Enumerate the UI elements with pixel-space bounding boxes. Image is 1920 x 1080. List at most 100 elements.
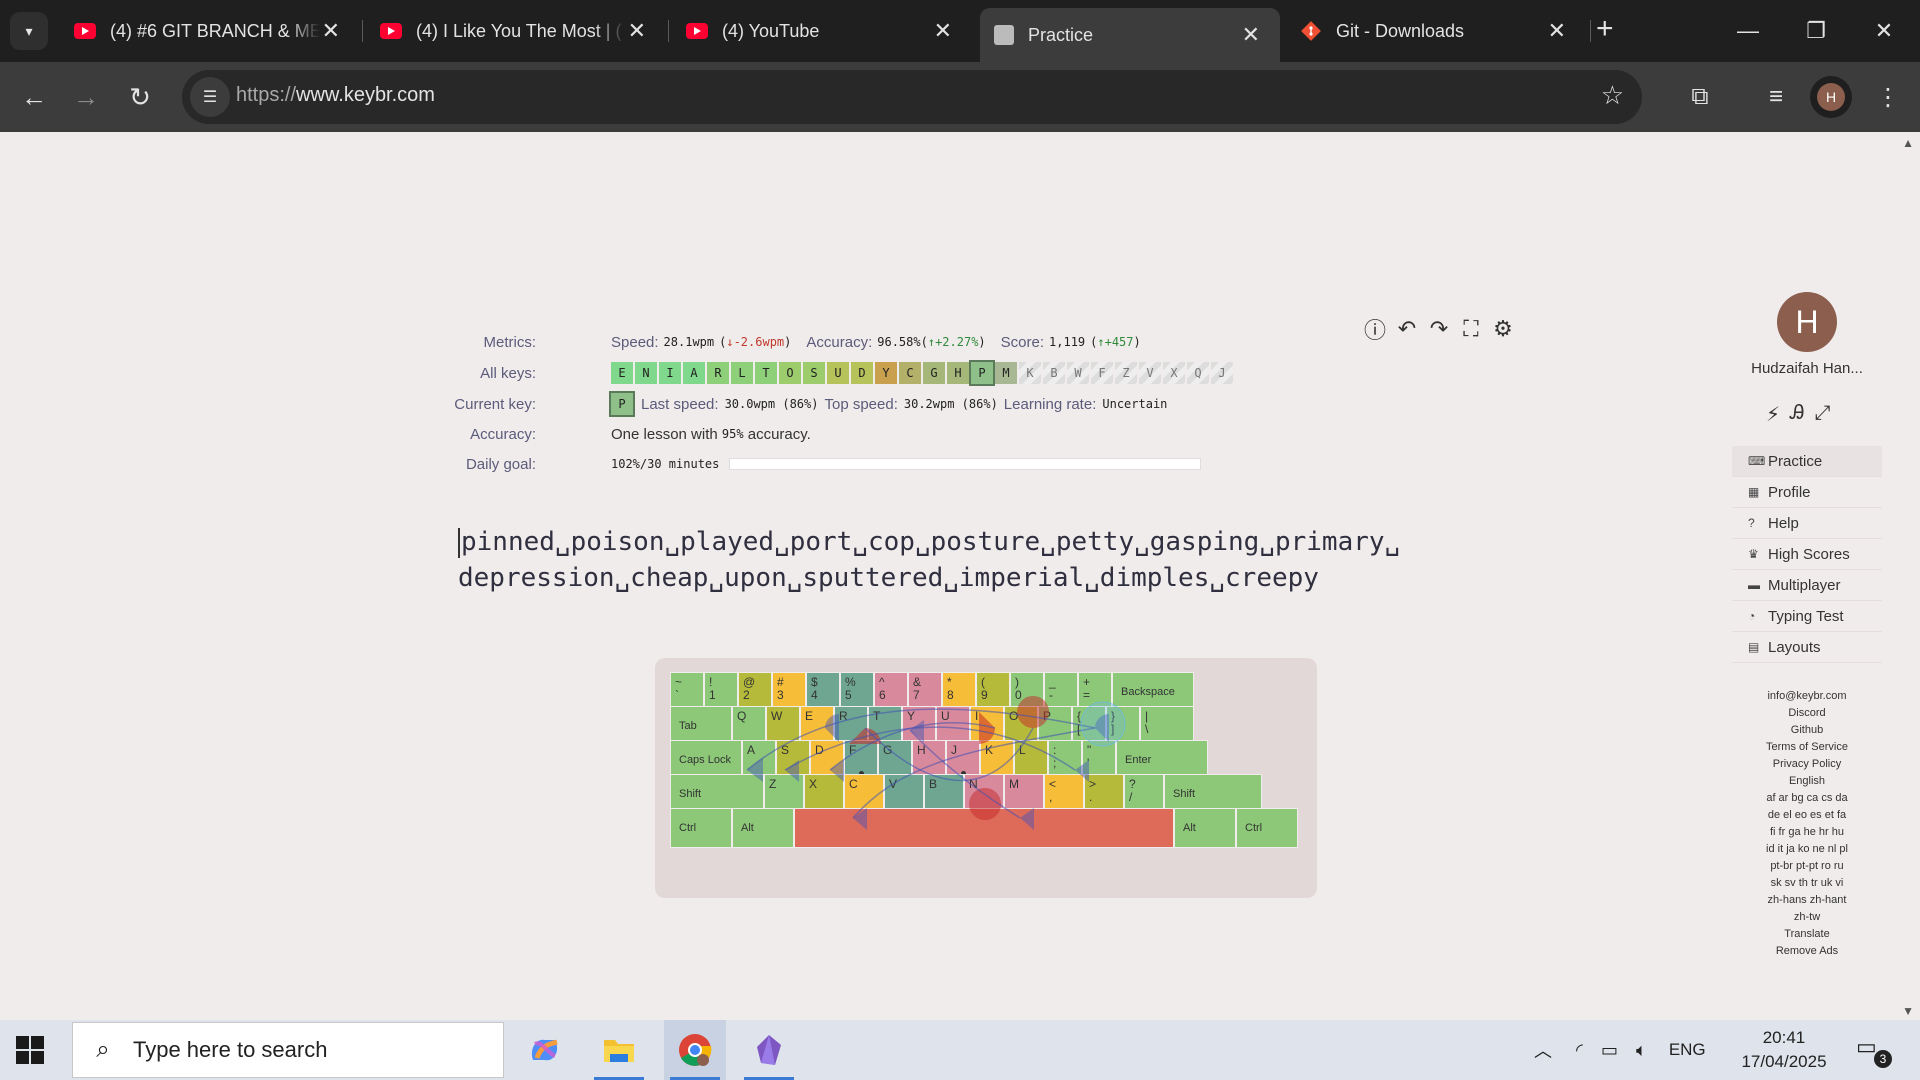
sidebar-item-high-scores[interactable]: ♛ High Scores: [1732, 539, 1882, 570]
key-chip-k[interactable]: K: [1019, 362, 1041, 384]
tab-youtube[interactable]: (4) YouTube ✕: [672, 8, 972, 54]
key-chip-b[interactable]: B: [1043, 362, 1065, 384]
footer-link[interactable]: English: [1732, 773, 1882, 790]
minimize-button[interactable]: —: [1718, 8, 1778, 54]
key-chip-p[interactable]: P: [969, 360, 995, 386]
fullscreen-icon[interactable]: ⛶: [1458, 316, 1484, 342]
notification-center-button[interactable]: ▭ 3: [1856, 1034, 1892, 1068]
close-window-button[interactable]: ✕: [1854, 8, 1914, 54]
close-icon[interactable]: ✕: [322, 18, 340, 44]
bookmark-star-icon[interactable]: ☆: [1601, 80, 1624, 111]
user-avatar[interactable]: H: [1777, 292, 1837, 352]
key-chip-a[interactable]: A: [683, 362, 705, 384]
chevron-up-icon[interactable]: ︿: [1534, 1037, 1552, 1063]
sidebar-item-multiplayer[interactable]: ▬ Multiplayer: [1732, 570, 1882, 601]
key-chip-i[interactable]: I: [659, 362, 681, 384]
key-chip-l[interactable]: L: [731, 362, 753, 384]
footer-link[interactable]: Discord: [1732, 705, 1882, 722]
current-key-badge[interactable]: P: [609, 391, 635, 417]
media-controls-button[interactable]: ≡: [1756, 77, 1796, 117]
volume-icon[interactable]: 🔈︎: [1636, 1040, 1647, 1061]
magic-wand-icon[interactable]: ⚡: [1766, 402, 1780, 427]
key-chip-r[interactable]: R: [707, 362, 729, 384]
back-button[interactable]: ←: [14, 77, 54, 117]
key-chip-y[interactable]: Y: [875, 362, 897, 384]
footer-link[interactable]: af ar bg ca cs da: [1732, 790, 1882, 807]
sidebar-item-layouts[interactable]: ▤ Layouts: [1732, 632, 1882, 663]
tab-practice[interactable]: Practice ✕: [980, 8, 1280, 62]
close-icon[interactable]: ✕: [934, 18, 952, 44]
key-chip-s[interactable]: S: [803, 362, 825, 384]
key-chip-m[interactable]: M: [995, 362, 1017, 384]
sidebar-item-practice[interactable]: ⌨ Practice: [1732, 446, 1882, 477]
footer-link[interactable]: zh-tw: [1732, 909, 1882, 926]
key-chip-n[interactable]: N: [635, 362, 657, 384]
key-chip-g[interactable]: G: [923, 362, 945, 384]
text-size-icon[interactable]: Ꭿ: [1790, 402, 1804, 427]
windows-start-button[interactable]: [16, 1036, 44, 1064]
footer-link[interactable]: info@keybr.com: [1732, 688, 1882, 705]
footer-link[interactable]: Terms of Service: [1732, 739, 1882, 756]
key-chip-e[interactable]: E: [611, 362, 633, 384]
key-chip-u[interactable]: U: [827, 362, 849, 384]
reload-button[interactable]: ↻: [120, 77, 160, 117]
key-chip-j[interactable]: J: [1211, 362, 1233, 384]
key-chip-v[interactable]: V: [1139, 362, 1161, 384]
restore-button[interactable]: ❐: [1786, 8, 1846, 54]
username[interactable]: Hudzaifah Han...: [1732, 360, 1882, 377]
scroll-up-icon[interactable]: ▲: [1902, 136, 1914, 150]
battery-icon[interactable]: ▭: [1601, 1040, 1618, 1061]
help-icon[interactable]: ⓘ: [1362, 316, 1388, 343]
footer-link[interactable]: fi fr ga he hr hu: [1732, 824, 1882, 841]
site-info-button[interactable]: ☰: [190, 77, 230, 117]
chrome-app[interactable]: [664, 1020, 726, 1080]
url-text[interactable]: https://www.keybr.com: [236, 84, 435, 107]
undo-icon[interactable]: ↶: [1394, 316, 1420, 342]
close-icon[interactable]: ✕: [628, 18, 646, 44]
tab-search-button[interactable]: ▾: [10, 12, 48, 50]
redo-icon[interactable]: ↷: [1426, 316, 1452, 342]
footer-link[interactable]: sk sv th tr uk vi: [1732, 875, 1882, 892]
extensions-button[interactable]: ⧉: [1680, 77, 1720, 117]
forward-button[interactable]: →: [66, 77, 106, 117]
new-tab-button[interactable]: +: [1596, 14, 1614, 44]
network-icon[interactable]: ◜: [1576, 1040, 1583, 1061]
key-chip-t[interactable]: T: [755, 362, 777, 384]
key-chip-q[interactable]: Q: [1187, 362, 1209, 384]
obsidian-app[interactable]: [738, 1020, 800, 1080]
taskbar-search-box[interactable]: ⌕ Type here to search: [72, 1022, 504, 1078]
sidebar-item-typing-test[interactable]: ◔ Typing Test: [1732, 601, 1882, 632]
key-chip-x[interactable]: X: [1163, 362, 1185, 384]
footer-link[interactable]: Translate: [1732, 926, 1882, 943]
key-chip-h[interactable]: H: [947, 362, 969, 384]
footer-link[interactable]: de el eo es et fa: [1732, 807, 1882, 824]
menu-button[interactable]: ⋮: [1868, 77, 1908, 117]
lesson-text[interactable]: pinned␣poison␣played␣port␣cop␣posture␣pe…: [458, 524, 1400, 596]
address-bar[interactable]: ☰ https://www.keybr.com ☆: [182, 70, 1642, 124]
tab-i-like-you[interactable]: (4) I Like You The Most | ( ✕: [366, 8, 666, 54]
key-chip-z[interactable]: Z: [1115, 362, 1137, 384]
sidebar-item-profile[interactable]: ▦ Profile: [1732, 477, 1882, 508]
scroll-down-icon[interactable]: ▼: [1902, 1004, 1914, 1018]
profile-button[interactable]: H: [1810, 76, 1852, 118]
gear-icon[interactable]: ⚙: [1490, 316, 1516, 342]
footer-link[interactable]: zh-hans zh-hant: [1732, 892, 1882, 909]
tab-git-branch[interactable]: (4) #6 GIT BRANCH & MERGE ✕: [60, 8, 360, 54]
copilot-app[interactable]: [514, 1020, 576, 1080]
tab-git-downloads[interactable]: Git - Downloads ✕: [1286, 8, 1586, 54]
close-icon[interactable]: ✕: [1548, 18, 1566, 44]
language-indicator[interactable]: ENG: [1669, 1040, 1706, 1060]
key-chip-d[interactable]: D: [851, 362, 873, 384]
file-explorer-app[interactable]: [588, 1020, 650, 1080]
close-icon[interactable]: ✕: [1242, 22, 1260, 48]
sidebar-item-help[interactable]: ? Help: [1732, 508, 1882, 539]
footer-link[interactable]: id it ja ko ne nl pl: [1732, 841, 1882, 858]
taskbar-clock[interactable]: 20:41 17/04/2025: [1734, 1026, 1834, 1074]
footer-link[interactable]: Github: [1732, 722, 1882, 739]
key-chip-o[interactable]: O: [779, 362, 801, 384]
footer-link[interactable]: pt-br pt-pt ro ru: [1732, 858, 1882, 875]
fullscreen-icon[interactable]: ⤢: [1815, 402, 1831, 427]
key-chip-f[interactable]: F: [1091, 362, 1113, 384]
key-chip-w[interactable]: W: [1067, 362, 1089, 384]
footer-link[interactable]: Remove Ads: [1732, 943, 1882, 960]
